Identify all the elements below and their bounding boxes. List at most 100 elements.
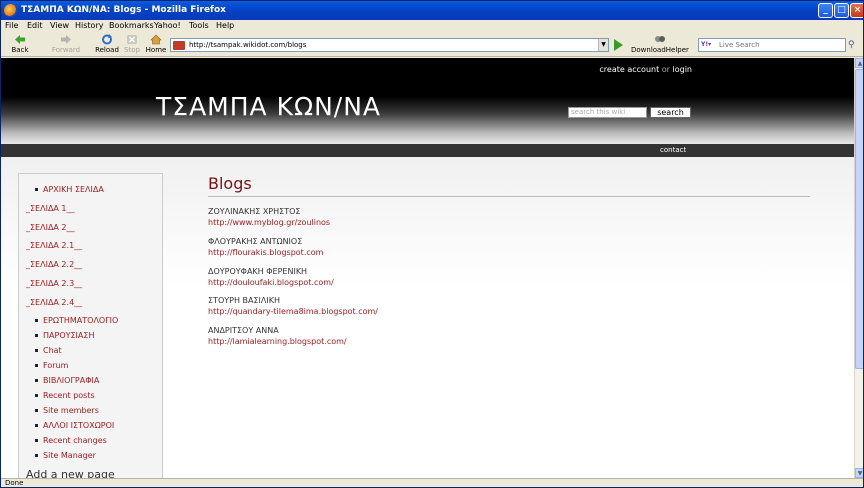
forward-arrow-icon <box>61 35 71 44</box>
create-account-link[interactable]: create account <box>599 65 659 74</box>
home-icon <box>150 34 162 45</box>
sidebar-item-page-2-1[interactable]: _ΣΕΛΙΔΑ 2.1__ <box>26 241 82 250</box>
vertical-scrollbar[interactable]: ▲ ▼ <box>854 58 863 478</box>
downloadhelper-button[interactable]: DownloadHelper <box>631 34 689 54</box>
menu-view[interactable]: View <box>50 21 69 30</box>
login-link[interactable]: login <box>673 65 693 74</box>
blog-link[interactable]: http://lamialearning.blogspot.com/ <box>208 337 347 346</box>
blog-author: ΣΤΟΥΡΗ ΒΑΣΙΛΙΚΗ <box>208 296 280 305</box>
menu-history[interactable]: History <box>75 21 103 30</box>
menu-file[interactable]: File <box>5 21 18 30</box>
bullet-icon <box>35 334 38 337</box>
stop-icon <box>127 35 137 44</box>
url-dropdown-icon[interactable]: ▼ <box>598 39 608 51</box>
sidebar-item-page-2-2[interactable]: _ΣΕΛΙΔΑ 2.2__ <box>26 260 82 269</box>
blog-link[interactable]: http://quandary-tilema8ima.blogspot.com/ <box>208 307 378 316</box>
forward-label: Forward <box>51 46 81 54</box>
back-arrow-icon <box>15 35 25 44</box>
bullet-icon <box>35 379 38 382</box>
downloadhelper-label: DownloadHelper <box>631 46 689 54</box>
sidebar-item-questionnaire[interactable]: ΕΡΩΤΗΜΑΤΟΛΟΓΙΟ <box>43 316 118 325</box>
scroll-up-icon[interactable]: ▲ <box>855 58 863 68</box>
sidebar-item-page-2-3[interactable]: _ΣΕΛΙΔΑ 2.3__ <box>26 279 82 288</box>
navigation-toolbar: Back Forward Reload Stop Home http://tsa… <box>1 33 863 57</box>
home-button[interactable]: Home <box>145 34 167 54</box>
window-title: ΤΣΑΜΠΑ ΚΩΝ/ΝΑ: Blogs - Mozilla Firefox <box>21 5 226 15</box>
sidebar-item-forum[interactable]: Forum <box>43 361 68 370</box>
blog-link[interactable]: http://douloufaki.blogspot.com/ <box>208 278 334 287</box>
status-bar: Done <box>1 478 863 487</box>
browser-window: ΤΣΑΜΠΑ ΚΩΝ/ΝΑ: Blogs - Mozilla Firefox _… <box>0 0 864 488</box>
bullet-icon <box>35 439 38 442</box>
title-divider <box>208 196 810 197</box>
blog-author: ΖΟΥΛΙΝΑΚΗΣ ΧΡΗΣΤΟΣ <box>208 207 301 216</box>
status-text: Done <box>5 479 24 487</box>
search-magnifier-icon[interactable]: ⚲ <box>848 40 855 50</box>
site-header: ΤΣΑΜΠΑ ΚΩΝ/ΝΑ create account or login se… <box>1 58 854 144</box>
maximize-button[interactable]: □ <box>834 3 849 18</box>
sidebar-item-page-2[interactable]: _ΣΕΛΙΔΑ 2__ <box>26 223 75 232</box>
home-label: Home <box>145 46 167 54</box>
bullet-icon <box>35 349 38 352</box>
or-text: or <box>661 65 670 74</box>
sidebar-item-bibliography[interactable]: ΒΙΒΛΙΟΓΡΑΦΙΑ <box>43 376 99 385</box>
wikidot-favicon <box>173 41 185 50</box>
menu-edit[interactable]: Edit <box>27 21 43 30</box>
sidebar-item-recent-changes[interactable]: Recent changes <box>43 436 107 445</box>
sidebar-item-site-manager[interactable]: Site Manager <box>43 451 96 460</box>
bullet-icon <box>35 188 38 191</box>
scroll-down-icon[interactable]: ▼ <box>855 468 863 478</box>
sidebar-item-home[interactable]: ΑΡΧΙΚΗ ΣΕΛΙΔΑ <box>43 185 104 194</box>
firefox-icon <box>4 4 17 17</box>
contact-link[interactable]: contact <box>660 146 686 154</box>
site-title[interactable]: ΤΣΑΜΠΑ ΚΩΝ/ΝΑ <box>156 92 381 121</box>
reload-button[interactable]: Reload <box>94 34 120 54</box>
url-text: http://tsampak.wikidot.com/blogs <box>189 41 307 49</box>
page-viewport: ΤΣΑΜΠΑ ΚΩΝ/ΝΑ create account or login se… <box>1 58 854 478</box>
scroll-thumb[interactable] <box>855 69 863 369</box>
back-button[interactable]: Back <box>7 34 33 54</box>
blog-author: ΑΝΔΡΙΤΣΟΥ ΑΝΝΑ <box>208 326 279 335</box>
stop-button[interactable]: Stop <box>123 34 141 54</box>
bullet-icon <box>35 424 38 427</box>
menu-tools[interactable]: Tools <box>189 21 209 30</box>
minimize-button[interactable]: _ <box>818 3 833 18</box>
title-bar: ΤΣΑΜΠΑ ΚΩΝ/ΝΑ: Blogs - Mozilla Firefox _… <box>1 1 863 20</box>
go-arrow-icon[interactable] <box>614 39 623 51</box>
reload-icon <box>102 34 112 45</box>
sidebar-item-other-sites[interactable]: ΑΛΛΟΙ ΙΣΤΟΧΩΡΟΙ <box>43 421 114 430</box>
side-bar: ΑΡΧΙΚΗ ΣΕΛΙΔΑ _ΣΕΛΙΔΑ 1__ _ΣΕΛΙΔΑ 2__ _Σ… <box>18 173 163 478</box>
url-bar[interactable]: http://tsampak.wikidot.com/blogs ▼ <box>170 38 609 52</box>
account-links: create account or login <box>599 65 692 74</box>
sidebar-item-chat[interactable]: Chat <box>43 346 62 355</box>
menu-yahoo[interactable]: Yahoo! <box>154 21 181 30</box>
blog-author: ΦΛΟΥΡΑΚΗΣ ΑΝΤΩΝΙΟΣ <box>208 237 303 246</box>
sidebar-item-site-members[interactable]: Site members <box>43 406 99 415</box>
web-search-input[interactable] <box>719 40 837 50</box>
menu-help[interactable]: Help <box>216 21 234 30</box>
close-button[interactable]: × <box>850 3 863 18</box>
blog-link[interactable]: http://www.myblog.gr/zoulinos <box>208 218 330 227</box>
wiki-search-button[interactable]: search <box>650 107 691 118</box>
search-engine-icon[interactable]: Y!▾ <box>701 41 717 50</box>
bullet-icon <box>35 394 38 397</box>
menu-bar: File Edit View History Bookmarks Yahoo! … <box>1 20 863 33</box>
web-search-box[interactable]: Y!▾ <box>698 38 846 52</box>
menu-bookmarks[interactable]: Bookmarks <box>109 21 154 30</box>
back-label: Back <box>11 46 29 54</box>
blog-author: ΔΟΥΡΟΥΦΑΚΗ ΦΕΡΕΝΙΚΗ <box>208 267 308 276</box>
reload-label: Reload <box>95 46 119 54</box>
blog-link[interactable]: http://flourakis.blogspot.com <box>208 248 323 257</box>
sidebar-item-page-1[interactable]: _ΣΕΛΙΔΑ 1__ <box>26 204 75 213</box>
downloadhelper-icon <box>654 36 665 42</box>
bullet-icon <box>35 364 38 367</box>
sidebar-item-presentation[interactable]: ΠΑΡΟΥΣΙΑΣΗ <box>43 331 94 340</box>
forward-button[interactable]: Forward <box>49 34 83 54</box>
add-new-page-heading: Add a new page <box>26 468 115 478</box>
top-nav-bar: contact <box>1 144 854 157</box>
wiki-search-input[interactable]: search this wiki <box>568 107 647 118</box>
sidebar-item-page-2-4[interactable]: _ΣΕΛΙΔΑ 2.4__ <box>26 298 82 307</box>
bullet-icon <box>35 319 38 322</box>
stop-label: Stop <box>124 46 140 54</box>
sidebar-item-recent-posts[interactable]: Recent posts <box>43 391 95 400</box>
